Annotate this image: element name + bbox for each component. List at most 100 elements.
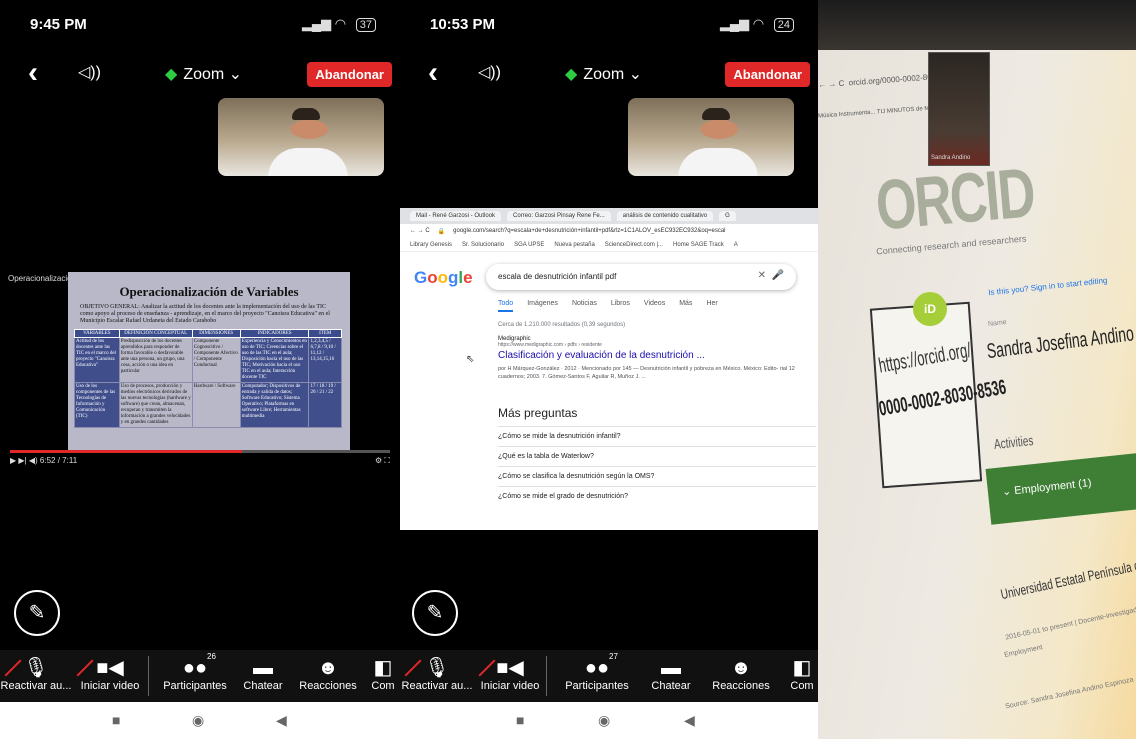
meeting-toolbar: 🎙 Reactivar au... ■◀ Iniciar video ●● 26 Par… bbox=[0, 650, 400, 702]
back-icon[interactable]: ◀ bbox=[684, 712, 695, 729]
activities-heading: Activities bbox=[993, 433, 1035, 454]
collage: 9:45 PM ▂▄▆ ◠ 37 ‹ ◁)) ◆ Zoom ⌄ Abandonar… bbox=[0, 0, 1136, 739]
tab-more[interactable]: Más bbox=[679, 300, 692, 312]
chat-button[interactable]: ▬ Chatear bbox=[241, 650, 285, 702]
reactions-button[interactable]: ☻ Reacciones bbox=[695, 650, 787, 702]
speaker-icon[interactable]: ◁)) bbox=[78, 62, 101, 82]
shield-icon: ◆ bbox=[165, 66, 178, 83]
result-title[interactable]: Clasificación y evaluación de la desnutr… bbox=[498, 350, 818, 361]
share-button[interactable]: ◧ Com bbox=[371, 650, 395, 702]
video-progress-bar[interactable] bbox=[10, 450, 390, 453]
monitor-tab-strip bbox=[818, 0, 1136, 50]
next-icon[interactable]: ▶| bbox=[18, 456, 26, 465]
bookmark[interactable]: ScienceDirect.com |... bbox=[605, 242, 663, 248]
tab-all[interactable]: Todo bbox=[498, 300, 514, 312]
tab-videos[interactable]: Videos bbox=[644, 300, 665, 312]
video-progress-fill bbox=[10, 450, 242, 453]
reactions-icon: ☻ bbox=[317, 657, 339, 679]
back-arrow-icon[interactable]: ‹ bbox=[28, 58, 38, 88]
sign-in-link: Is this you? Sign in to start editing bbox=[987, 275, 1108, 298]
bookmark[interactable]: SGA UPSE bbox=[514, 242, 544, 248]
back-icon[interactable]: ◀ bbox=[276, 712, 287, 729]
address-bar[interactable]: ← → C 🔒 google.com/search?q=escala+de+de… bbox=[400, 224, 818, 238]
chat-button[interactable]: ▬ Chatear bbox=[647, 650, 695, 702]
participants-button[interactable]: ●● 27 Participantes bbox=[547, 650, 647, 702]
search-result[interactable]: Medigraphic https://www.medigraphic.com … bbox=[498, 336, 818, 381]
bookmark[interactable]: Sr. Solucionario bbox=[462, 242, 504, 248]
browser-tab[interactable]: G bbox=[719, 211, 736, 221]
orcid-id-icon: iD bbox=[913, 292, 947, 326]
paa-question[interactable]: ¿Cómo se mide la desnutrición infantil? bbox=[498, 426, 816, 446]
browser-tab-strip: Mail - René Garzosi - Outlook Correo: Ga… bbox=[400, 208, 818, 224]
annotate-pencil-button[interactable]: ✎ bbox=[14, 590, 60, 636]
variables-table: VARIABLES DEFINICIÓN CONCEPTUAL DIMENSIO… bbox=[74, 329, 342, 428]
status-bar: 10:53 PM ▂▄▆ ◠ 24 bbox=[430, 16, 802, 36]
bookmark[interactable]: Home SAGE Track bbox=[673, 242, 724, 248]
unmute-button[interactable]: 🎙 Reactivar au... bbox=[400, 650, 474, 702]
lock-icon: 🔒 bbox=[437, 228, 446, 235]
home-icon[interactable]: ◉ bbox=[192, 712, 204, 729]
video-person bbox=[268, 148, 348, 176]
tab-books[interactable]: Libros bbox=[611, 300, 630, 312]
recents-icon[interactable]: ■ bbox=[112, 712, 120, 728]
tab-images[interactable]: Imágenes bbox=[527, 300, 558, 312]
table-header-row: VARIABLES DEFINICIÓN CONCEPTUAL DIMENSIO… bbox=[74, 329, 342, 338]
bookmark[interactable]: Nueva pestaña bbox=[554, 242, 594, 248]
bookmark[interactable]: Library Genesis bbox=[410, 242, 452, 248]
google-logo[interactable]: Google bbox=[414, 268, 473, 288]
start-video-button[interactable]: ■◀ Iniciar video bbox=[474, 650, 546, 702]
video-person-head bbox=[292, 108, 320, 120]
table-row: Actitud de los docentes ante las TIC en … bbox=[74, 337, 342, 383]
meeting-title[interactable]: ◆ Zoom ⌄ bbox=[165, 64, 242, 84]
paa-question[interactable]: ¿Cómo se mide el grado de desnutrición? bbox=[498, 486, 816, 506]
monitor-screen: ← → C orcid.org/0000-0002-8030... Música… bbox=[818, 0, 1136, 739]
table-header: DIMENSIONES bbox=[191, 329, 241, 338]
settings-icon[interactable]: ⚙ ⛶ bbox=[375, 456, 390, 466]
start-video-button[interactable]: ■◀ Iniciar video bbox=[72, 650, 148, 702]
researcher-name: Sandra Josefina Andino Espinoza bbox=[985, 313, 1136, 363]
participants-label: Participantes bbox=[565, 680, 629, 692]
wifi-icon: ◠ bbox=[752, 16, 765, 31]
unmute-button[interactable]: 🎙 Reactivar au... bbox=[0, 650, 72, 702]
search-input[interactable]: escala de desnutrición infantil pdf ✕ 🎤 bbox=[486, 264, 796, 290]
speaker-video-thumbnail[interactable] bbox=[218, 98, 384, 176]
recents-icon[interactable]: ■ bbox=[516, 712, 524, 728]
paa-question[interactable]: ¿Qué es la tabla de Waterlow? bbox=[498, 446, 816, 466]
bookmark[interactable]: A bbox=[734, 242, 738, 248]
browser-tab[interactable]: Mail - René Garzosi - Outlook bbox=[410, 211, 502, 221]
wifi-icon: ◠ bbox=[334, 16, 347, 31]
speaker-video-thumbnail[interactable] bbox=[628, 98, 794, 176]
reactions-icon: ☻ bbox=[730, 657, 752, 679]
paa-question[interactable]: ¿Cómo se clasifica la desnutrición según… bbox=[498, 466, 816, 486]
start-video-label: Iniciar video bbox=[80, 680, 140, 692]
result-snippet: por H Márquez-González · 2012 · Menciona… bbox=[498, 366, 795, 380]
battery-icon: 37 bbox=[355, 18, 376, 32]
annotate-pencil-button[interactable]: ✎ bbox=[412, 590, 458, 636]
browser-tab[interactable]: análisis de contenido cualitativo bbox=[616, 211, 714, 221]
table-header: DEFINICIÓN CONCEPTUAL bbox=[118, 329, 193, 338]
table-cell: Uso de los componentes de las Tecnología… bbox=[74, 382, 120, 428]
reactions-button[interactable]: ☻ Reacciones bbox=[285, 650, 371, 702]
share-icon: ◧ bbox=[792, 657, 812, 679]
participants-button[interactable]: ●● 26 Participantes bbox=[149, 650, 241, 702]
leave-button[interactable]: Abandonar bbox=[725, 62, 810, 87]
browser-tab[interactable]: Correo: Garzosi Pinsay Rene Fe... bbox=[507, 211, 611, 221]
orcid-logo: ORCID bbox=[872, 154, 1037, 246]
voice-search-icon[interactable]: 🎤 bbox=[772, 270, 784, 281]
meeting-title[interactable]: ◆ Zoom ⌄ bbox=[565, 64, 642, 84]
leave-button[interactable]: Abandonar bbox=[307, 62, 392, 87]
tab-news[interactable]: Noticias bbox=[572, 300, 597, 312]
url-text[interactable]: google.com/search?q=escala+de+desnutrici… bbox=[453, 228, 725, 234]
tab-tools[interactable]: Her bbox=[706, 300, 717, 312]
signal-icon: ▂▄▆ bbox=[719, 16, 750, 31]
speaker-icon[interactable]: ◁)) bbox=[478, 62, 501, 82]
nav-arrows-icon[interactable]: ← → C bbox=[410, 228, 430, 234]
webcam-tile: Sandra Andino bbox=[928, 52, 990, 166]
volume-icon[interactable]: ◀) bbox=[29, 456, 38, 465]
share-button[interactable]: ◧ Com bbox=[787, 650, 817, 702]
back-arrow-icon[interactable]: ‹ bbox=[428, 58, 438, 88]
clear-icon[interactable]: ✕ bbox=[758, 270, 766, 281]
home-icon[interactable]: ◉ bbox=[598, 712, 610, 729]
play-icon[interactable]: ▶ bbox=[10, 456, 16, 465]
video-player-controls: ▶ ▶| ◀) 6:52 / 7:11 ⚙ ⛶ bbox=[10, 456, 390, 466]
